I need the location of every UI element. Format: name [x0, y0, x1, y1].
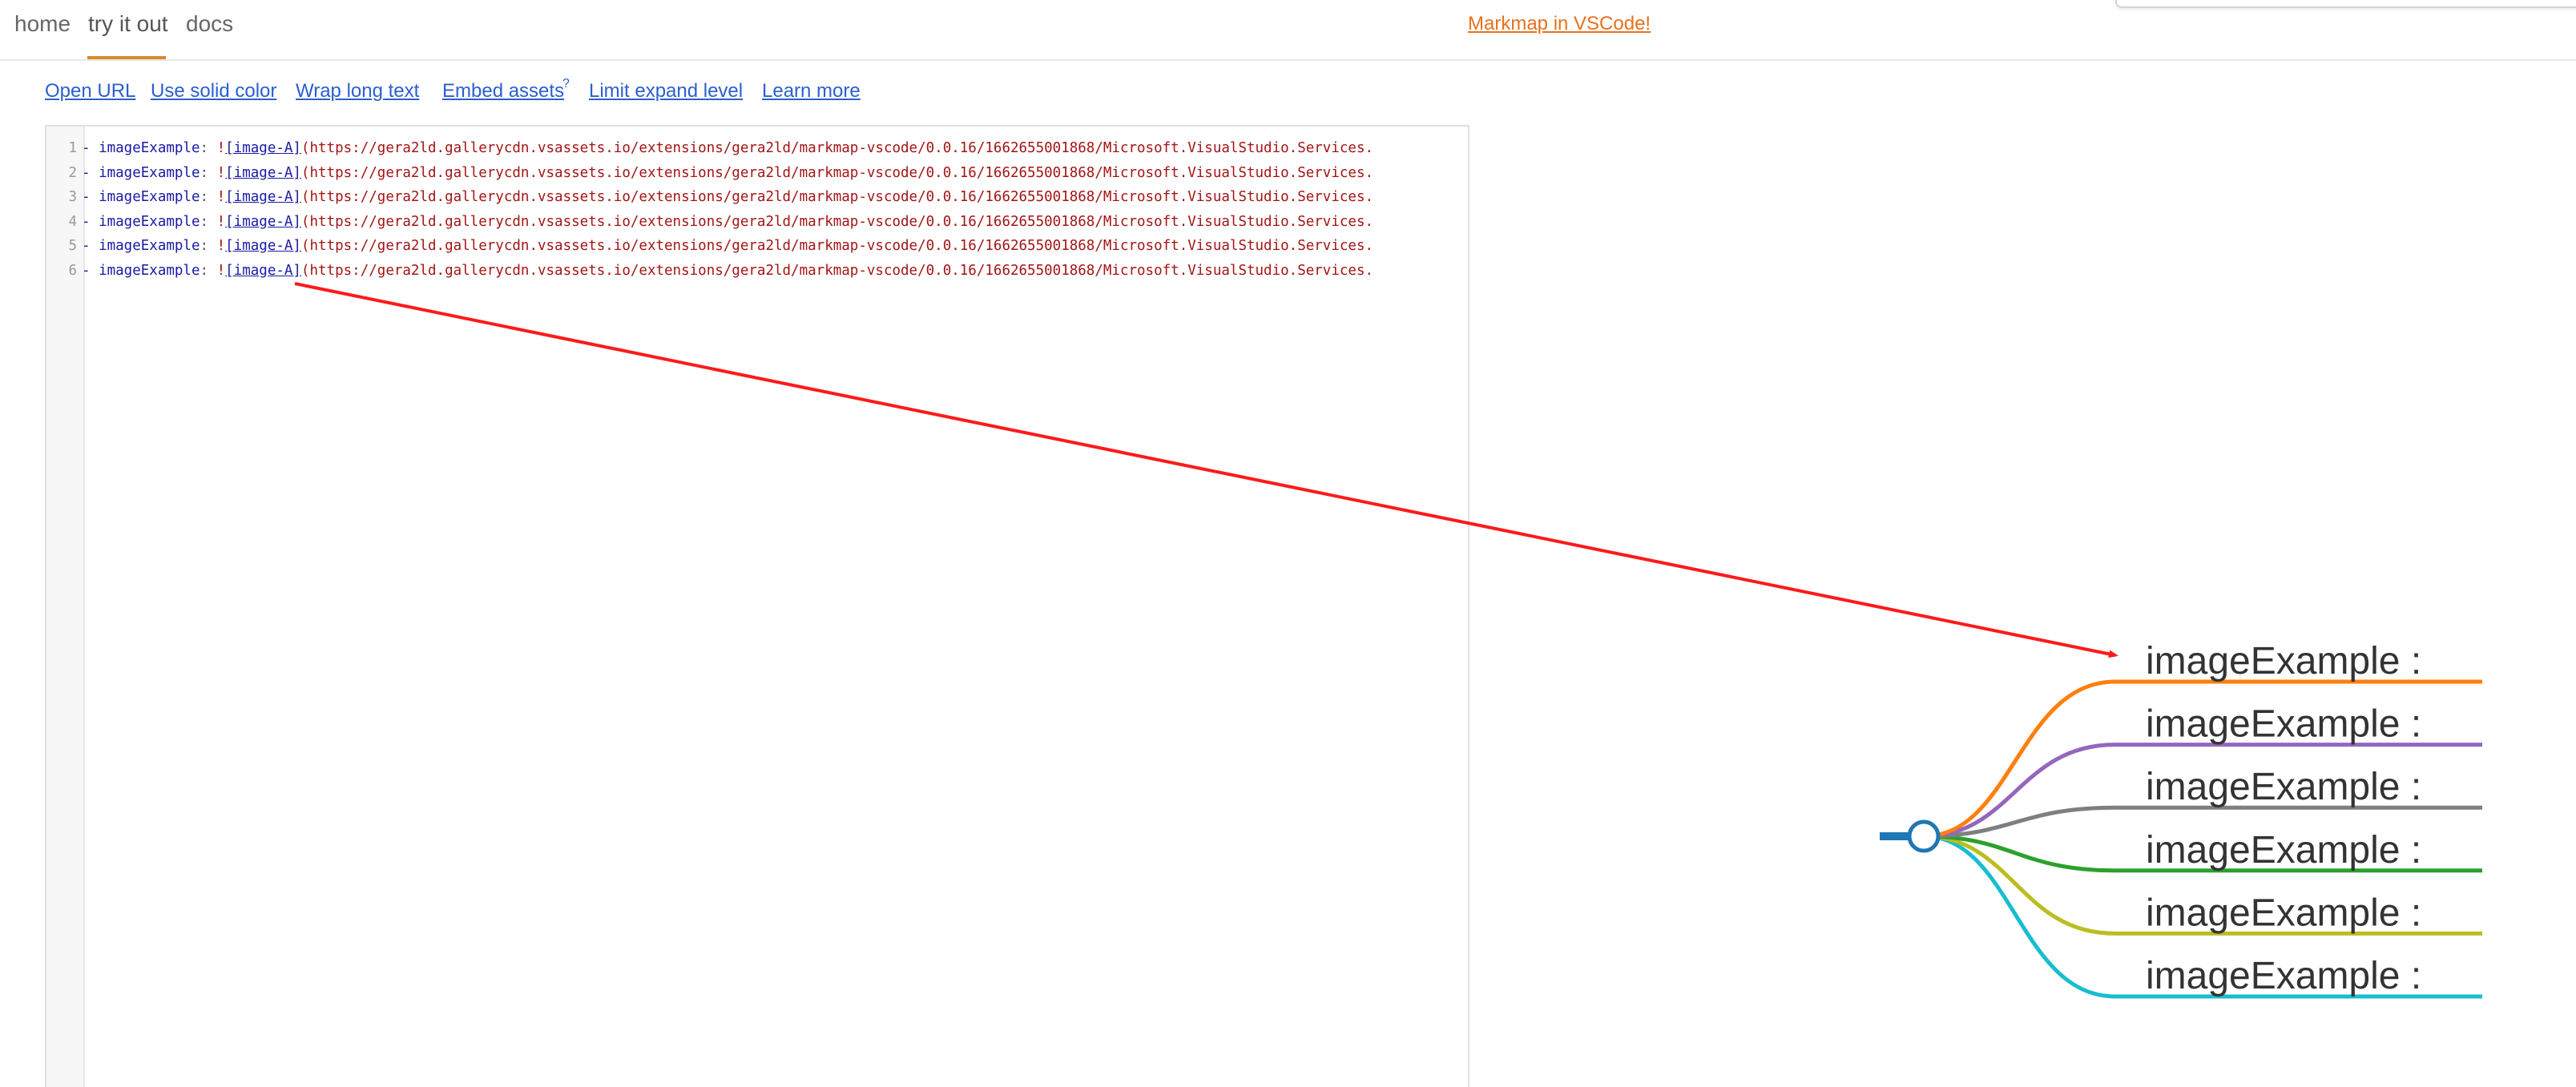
learn-more-link[interactable]: Learn more [762, 80, 861, 103]
image-url: (https://gera2ld.gallerycdn.vsassets.io/… [300, 164, 1374, 181]
image-url: (https://gera2ld.gallerycdn.vsassets.io/… [300, 262, 1374, 279]
key-colon: : [200, 164, 217, 181]
markdown-editor[interactable]: 1- imageExample: ![image-A](https://gera… [45, 125, 1469, 1087]
image-url: (https://gera2ld.gallerycdn.vsassets.io/… [300, 189, 1374, 205]
list-marker: - [82, 238, 99, 254]
line-number: 4 [68, 213, 77, 230]
list-marker: - [82, 213, 99, 230]
line-number: 6 [68, 262, 77, 279]
key-colon: : [200, 189, 217, 205]
code-line[interactable]: 1- imageExample: ![image-A](https://gera… [46, 136, 1468, 160]
list-item-key: imageExample [99, 238, 200, 254]
code-line[interactable]: 2- imageExample: ![image-A](https://gera… [46, 161, 1468, 185]
image-marker: ! [216, 140, 226, 156]
key-colon: : [200, 213, 217, 230]
image-alt-link: [image-A] [225, 164, 301, 181]
markmap-preview[interactable] [1469, 125, 2576, 1087]
image-marker: ! [216, 164, 226, 181]
list-marker: - [82, 189, 99, 205]
image-alt-link: [image-A] [225, 189, 301, 205]
key-colon: : [200, 238, 217, 254]
list-marker: - [82, 262, 99, 279]
line-number: 5 [68, 238, 77, 254]
image-marker: ! [216, 189, 226, 205]
list-item-key: imageExample [99, 189, 200, 205]
image-url: (https://gera2ld.gallerycdn.vsassets.io/… [300, 213, 1374, 230]
list-item-key: imageExample [99, 140, 200, 156]
active-tab-indicator [87, 56, 166, 59]
use-solid-color-link[interactable]: Use solid color [151, 80, 276, 103]
list-marker: - [82, 164, 99, 181]
key-colon: : [200, 140, 217, 156]
tab-try-it-out[interactable]: try it out [88, 11, 168, 37]
list-marker: - [82, 140, 99, 156]
image-url: (https://gera2ld.gallerycdn.vsassets.io/… [300, 140, 1374, 156]
image-marker: ! [216, 213, 226, 230]
list-item-key: imageExample [99, 213, 200, 230]
open-url-link[interactable]: Open URL [45, 80, 135, 103]
image-alt-link: [image-A] [225, 140, 301, 156]
code-line[interactable]: 5- imageExample: ![image-A](https://gera… [46, 234, 1468, 258]
image-marker: ! [216, 262, 226, 279]
code-line[interactable]: 4- imageExample: ![image-A](https://gera… [46, 210, 1468, 234]
image-alt-link: [image-A] [225, 213, 301, 230]
corner-dropdown-panel [2115, 0, 2576, 8]
top-nav: home try it out docs Markmap in VSCode! [0, 0, 2576, 61]
code-line[interactable]: 3- imageExample: ![image-A](https://gera… [46, 185, 1468, 209]
wrap-long-text-link[interactable]: Wrap long text [296, 80, 419, 103]
code-line[interactable]: 6- imageExample: ![image-A](https://gera… [46, 259, 1468, 283]
tab-docs[interactable]: docs [186, 11, 233, 37]
tab-home[interactable]: home [14, 11, 71, 37]
image-marker: ! [216, 238, 226, 254]
image-alt-link: [image-A] [225, 262, 301, 279]
image-alt-link: [image-A] [225, 238, 301, 254]
key-colon: : [200, 262, 217, 279]
list-item-key: imageExample [99, 262, 200, 279]
line-number: 2 [68, 164, 77, 181]
vscode-promo-link[interactable]: Markmap in VSCode! [1468, 13, 1651, 35]
limit-expand-level-link[interactable]: Limit expand level [589, 80, 743, 103]
embed-assets-help-icon[interactable]: ? [562, 77, 570, 91]
line-number: 1 [68, 140, 77, 156]
line-number: 3 [68, 189, 77, 205]
list-item-key: imageExample [99, 164, 200, 181]
image-url: (https://gera2ld.gallerycdn.vsassets.io/… [300, 238, 1374, 254]
embed-assets-link[interactable]: Embed assets [442, 80, 564, 103]
